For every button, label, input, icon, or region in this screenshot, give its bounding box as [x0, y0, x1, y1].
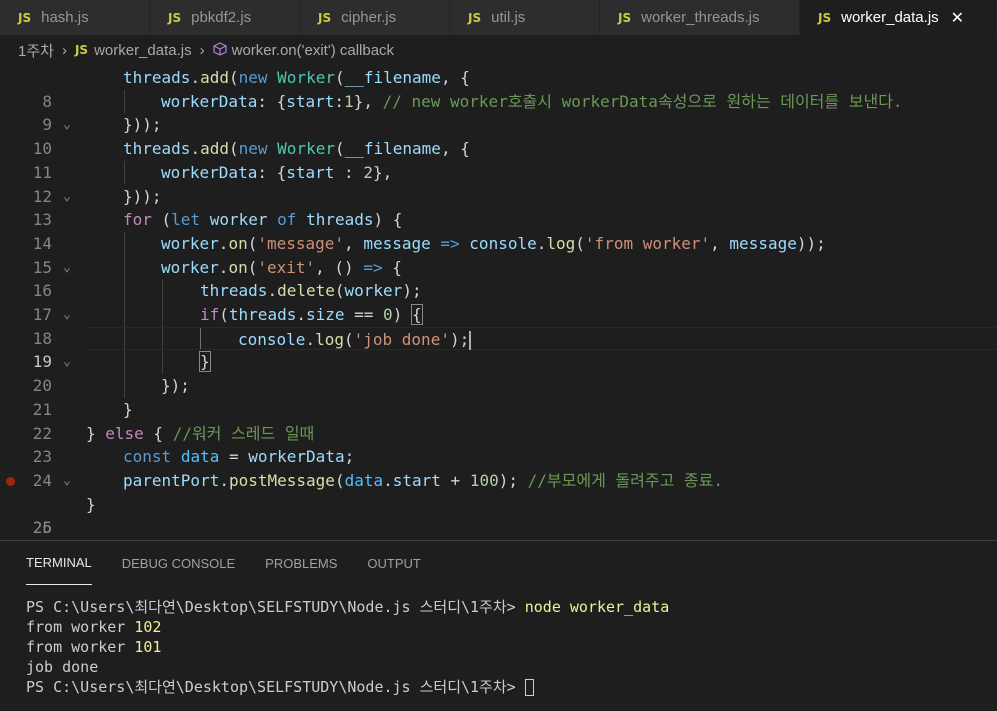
- js-file-icon: JS: [318, 10, 332, 25]
- code-line: 15 worker.on('message', message => conso…: [0, 231, 997, 277]
- code-text: for (let worker of threads) {: [123, 210, 403, 230]
- tab-worker-data-js[interactable]: JS worker_data.js ✕: [800, 0, 997, 35]
- code-text: threads.delete(worker);: [200, 281, 422, 301]
- code-line: 10 }));: [0, 113, 997, 158]
- cube-icon: [213, 41, 227, 59]
- code-text: }: [86, 494, 96, 514]
- js-file-icon: JS: [468, 10, 482, 25]
- code-line: 26 }: [0, 493, 997, 538]
- breadcrumb-symbol-label: worker.on('exit') callback: [231, 41, 395, 59]
- breadcrumb-file[interactable]: JS worker_data.js: [75, 42, 192, 59]
- breadcrumb: 1주차 › JS worker_data.js › worker.on('exi…: [0, 35, 997, 65]
- code-text: console.log('job done');: [238, 329, 472, 350]
- code-text: const data = workerData;: [123, 447, 355, 467]
- tab-label: util.js: [491, 9, 526, 26]
- code-text: workerData: {start:1}, // new worker호출시 …: [161, 91, 903, 111]
- breadcrumb-folder[interactable]: 1주차: [18, 40, 54, 61]
- tab-label: worker_threads.js: [641, 9, 760, 26]
- terminal-line: from worker 101: [26, 638, 162, 656]
- tab-label: cipher.js: [341, 9, 397, 26]
- editor-tab-bar: JS hash.js JS pbkdf2.js JS cipher.js JS …: [0, 0, 997, 35]
- code-text: parentPort.postMessage(data.start + 100)…: [123, 470, 724, 490]
- code-text: }: [123, 399, 133, 419]
- code-line: 21 });: [0, 374, 997, 419]
- code-line: 18 ⌄ if(threads.size == 0) {: [0, 303, 997, 369]
- code-text: }));: [123, 115, 162, 135]
- code-text: if(threads.size == 0) {: [200, 304, 423, 325]
- code-line: 20 }: [0, 350, 997, 395]
- bottom-panel: TERMINAL DEBUG CONSOLE PROBLEMS OUTPUT P…: [0, 540, 997, 711]
- code-text: threads.add(new Worker(__filename, {: [123, 139, 470, 159]
- code-line: 11 ⌄ threads.add(new Worker(__filename, …: [0, 137, 997, 203]
- tab-label: hash.js: [41, 9, 89, 26]
- tab-label: worker_data.js: [841, 9, 939, 26]
- terminal-output[interactable]: PS C:\Users\최다연\Desktop\SELFSTUDY\Node.j…: [26, 597, 986, 697]
- code-editor[interactable]: 8 ⌄ threads.add(new Worker(__filename, {…: [0, 66, 997, 538]
- tab-worker-threads-js[interactable]: JS worker_threads.js: [600, 0, 800, 35]
- code-line: 12 workerData: {start : 2},: [0, 160, 997, 206]
- tab-terminal[interactable]: TERMINAL: [26, 541, 92, 585]
- code-text: workerData: {start : 2},: [161, 162, 393, 182]
- terminal-line: job done: [26, 658, 99, 676]
- code-text: }));: [123, 186, 162, 206]
- code-text: });: [161, 376, 190, 396]
- code-text: } else { //워커 스레드 일때: [86, 423, 315, 443]
- tab-hash-js[interactable]: JS hash.js: [0, 0, 150, 35]
- breadcrumb-symbol[interactable]: worker.on('exit') callback: [213, 42, 394, 59]
- breakpoint-icon[interactable]: [6, 476, 15, 486]
- tab-cipher-js[interactable]: JS cipher.js: [300, 0, 450, 35]
- terminal-cursor: [524, 679, 534, 696]
- tab-problems[interactable]: PROBLEMS: [265, 541, 337, 585]
- code-line: 9 workerData: {start:1}, // new worker호출…: [0, 89, 997, 134]
- tab-util-js[interactable]: JS util.js: [450, 0, 600, 35]
- code-line: 25 parentPort.postMessage(data.start + 1…: [0, 469, 997, 537]
- tab-pbkdf2-js[interactable]: JS pbkdf2.js: [150, 0, 300, 35]
- line-number: 26: [32, 518, 52, 538]
- terminal-line: from worker 102: [26, 618, 162, 636]
- tab-output[interactable]: OUTPUT: [367, 541, 420, 585]
- breadcrumb-file-label: worker_data.js: [94, 41, 192, 59]
- panel-tab-bar: TERMINAL DEBUG CONSOLE PROBLEMS OUTPUT: [0, 541, 425, 585]
- code-line: 16 ⌄ worker.on('exit', () => {: [0, 255, 997, 322]
- terminal-line: PS C:\Users\최다연\Desktop\SELFSTUDY\Node.j…: [26, 677, 986, 697]
- js-file-icon: JS: [618, 10, 632, 25]
- code-text: threads.add(new Worker(__filename, {: [123, 68, 470, 87]
- code-line: 23 ⌄ } else { //워커 스레드 일때: [0, 422, 997, 488]
- code-line: 17 threads.delete(worker);: [0, 279, 997, 324]
- text-cursor: [469, 330, 472, 350]
- code-line: 24 const data = workerData;: [0, 445, 997, 490]
- code-line: 13 }));: [0, 185, 997, 230]
- js-file-icon: JS: [18, 10, 32, 25]
- chevron-right-icon: ›: [61, 41, 67, 59]
- code-line: 8 ⌄ threads.add(new Worker(__filename, {: [0, 66, 997, 132]
- code-line-current: 19 console.log('job done');: [0, 326, 997, 371]
- chevron-right-icon: ›: [199, 41, 205, 59]
- code-line: 22 }: [0, 398, 997, 443]
- terminal-line: PS C:\Users\최다연\Desktop\SELFSTUDY\Node.j…: [26, 598, 670, 616]
- code-text: worker.on('exit', () => {: [161, 257, 402, 277]
- code-text: worker.on('message', message => console.…: [161, 233, 826, 253]
- tab-debug-console[interactable]: DEBUG CONSOLE: [122, 541, 235, 585]
- js-file-icon: JS: [818, 10, 832, 25]
- code-text: }: [199, 351, 211, 373]
- js-file-icon: JS: [74, 43, 89, 57]
- tab-label: pbkdf2.js: [191, 9, 252, 26]
- code-line: 14 ⌄ for (let worker of threads) {: [0, 208, 997, 274]
- js-file-icon: JS: [168, 10, 182, 25]
- close-icon[interactable]: ✕: [951, 8, 964, 28]
